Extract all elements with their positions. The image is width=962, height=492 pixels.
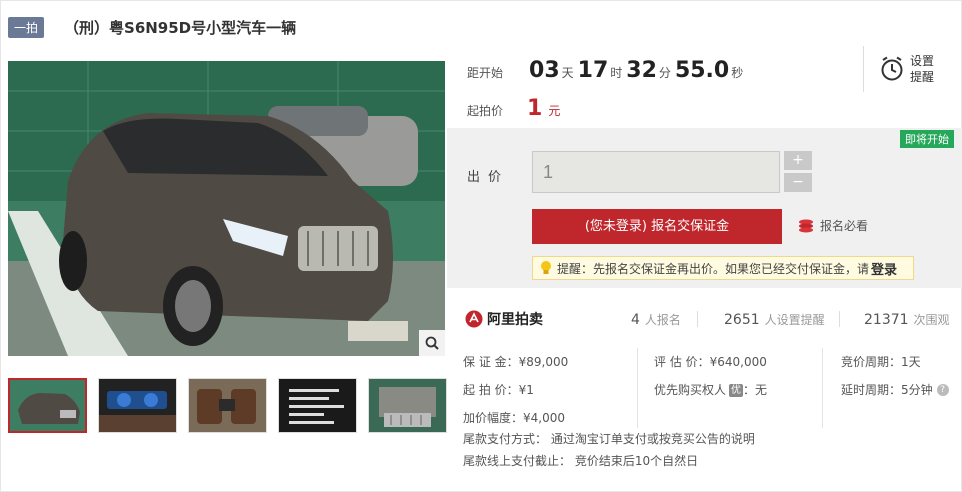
auction-cycle: 竞价周期：1天 (841, 355, 921, 369)
hours-unit: 时 (610, 66, 623, 80)
details-col-2: 评 估 价：¥640,000 优先购买权人 优 ：无 (654, 348, 767, 404)
stats-row: 阿里拍卖 4 人报名 2651 人设置提醒 21371 次围观 (447, 304, 962, 334)
ali-auction-logo: 阿里拍卖 (465, 309, 543, 329)
start-price-value: 1 (527, 96, 543, 121)
tip-text: 提醒：先报名交保证金再出价。如果您已经交付保证金，请 (557, 261, 870, 276)
thumbnail-2[interactable] (98, 378, 177, 433)
extension-period: 延时周期：5分钟 ? (841, 376, 949, 404)
reminder-label-line1: 设置 (910, 54, 935, 68)
seconds-unit: 秒 (731, 66, 744, 80)
appraisal-price: 评 估 价：¥640,000 (654, 355, 767, 369)
views-label: 次围观 (913, 312, 950, 327)
start-price-unit: 元 (548, 104, 561, 118)
thumbnail-strip (8, 378, 458, 433)
bid-increment: 加价幅度：¥4,000 (463, 411, 565, 425)
priority-badge[interactable]: 优 (729, 383, 744, 397)
round-tag: 一拍 (8, 16, 45, 38)
registered-count: 4 (631, 311, 640, 328)
details-col-1: 保 证 金：¥89,000 起 拍 价：¥1 加价幅度：¥4,000 (463, 348, 568, 432)
bid-stepper: + − (784, 151, 812, 195)
thumbnail-5[interactable] (368, 378, 447, 433)
countdown-seconds: 55.0 (674, 58, 730, 83)
reminders-label: 人设置提醒 (764, 312, 825, 327)
stat-views: 21371 次围观 (864, 311, 950, 328)
bid-label: 出价 (467, 170, 510, 185)
magnifier-icon (425, 336, 439, 350)
extension-text: 延时周期：5分钟 (841, 383, 933, 397)
brand-name: 阿里拍卖 (487, 312, 543, 328)
priority-value: ：无 (743, 383, 768, 397)
reminders-count: 2651 (724, 311, 760, 328)
countdown-hours: 17 (577, 58, 609, 83)
thumbnail-1[interactable] (8, 378, 87, 433)
bid-box: 即将开始 出价 + − (您未登录) 报名交保证金 报名必看 提醒：先报名交保证… (447, 128, 962, 288)
countdown-label: 距开始 (467, 66, 504, 80)
must-read-label: 报名必看 (820, 219, 869, 233)
register-deposit-button[interactable]: (您未登录) 报名交保证金 (532, 209, 782, 244)
priority-buyer: 优先购买权人 优 ：无 (654, 376, 767, 404)
views-count: 21371 (864, 311, 909, 328)
decrease-button[interactable]: − (784, 173, 812, 192)
car-photo-image (8, 61, 445, 356)
countdown-minutes: 32 (626, 58, 657, 83)
ali-auction-icon (465, 310, 483, 328)
divider (839, 311, 840, 327)
starting-price-detail: 起 拍 价：¥1 (463, 383, 534, 397)
start-price-row: 起拍价 1 元 (467, 96, 560, 121)
lightbulb-icon (541, 261, 551, 274)
thumbnail-4[interactable] (278, 378, 357, 433)
countdown: 距开始 03 天 17 时 32 分 55.0 秒 (467, 58, 743, 83)
page-title: （刑）粤S6N95D号小型汽车一辆 (64, 18, 297, 37)
zoom-button[interactable] (419, 330, 445, 356)
stat-registered: 4 人报名 (631, 311, 681, 328)
stat-reminders: 2651 人设置提醒 (724, 311, 825, 328)
status-badge: 即将开始 (900, 130, 954, 148)
days-unit: 天 (561, 66, 574, 80)
reminder-label-line2: 提醒 (910, 70, 935, 84)
bid-input[interactable] (532, 151, 780, 193)
registered-label: 人报名 (644, 312, 681, 327)
coins-icon (799, 219, 813, 232)
must-read-link[interactable]: 报名必看 (797, 217, 868, 234)
countdown-days: 03 (529, 58, 560, 83)
help-icon[interactable]: ? (936, 384, 949, 396)
alarm-clock-icon (881, 56, 903, 81)
start-price-label: 起拍价 (467, 104, 504, 118)
main-photo[interactable] (8, 61, 445, 356)
set-reminder-button[interactable]: 设置 提醒 (863, 46, 934, 92)
divider (697, 311, 698, 327)
divider (637, 348, 638, 428)
login-tip: 提醒：先报名交保证金再出价。如果您已经交付保证金，请 登录 (532, 256, 914, 280)
divider (822, 348, 823, 428)
payment-method: 尾款支付方式： 通过淘宝订单支付或按竞买公告的说明 (463, 432, 755, 446)
deposit-amount: 保 证 金：¥89,000 (463, 355, 569, 369)
priority-label: 优先购买权人 (654, 383, 727, 397)
title-bar: 一拍 （刑）粤S6N95D号小型汽车一辆 (8, 16, 296, 38)
minutes-unit: 分 (658, 66, 671, 80)
details-col-3: 竞价周期：1天 延时周期：5分钟 ? (841, 348, 949, 404)
increase-button[interactable]: + (784, 151, 812, 170)
thumbnail-3[interactable] (188, 378, 267, 433)
payment-deadline: 尾款线上支付截止： 竞价结束后10个自然日 (463, 454, 699, 468)
login-link[interactable]: 登录 (871, 259, 897, 278)
